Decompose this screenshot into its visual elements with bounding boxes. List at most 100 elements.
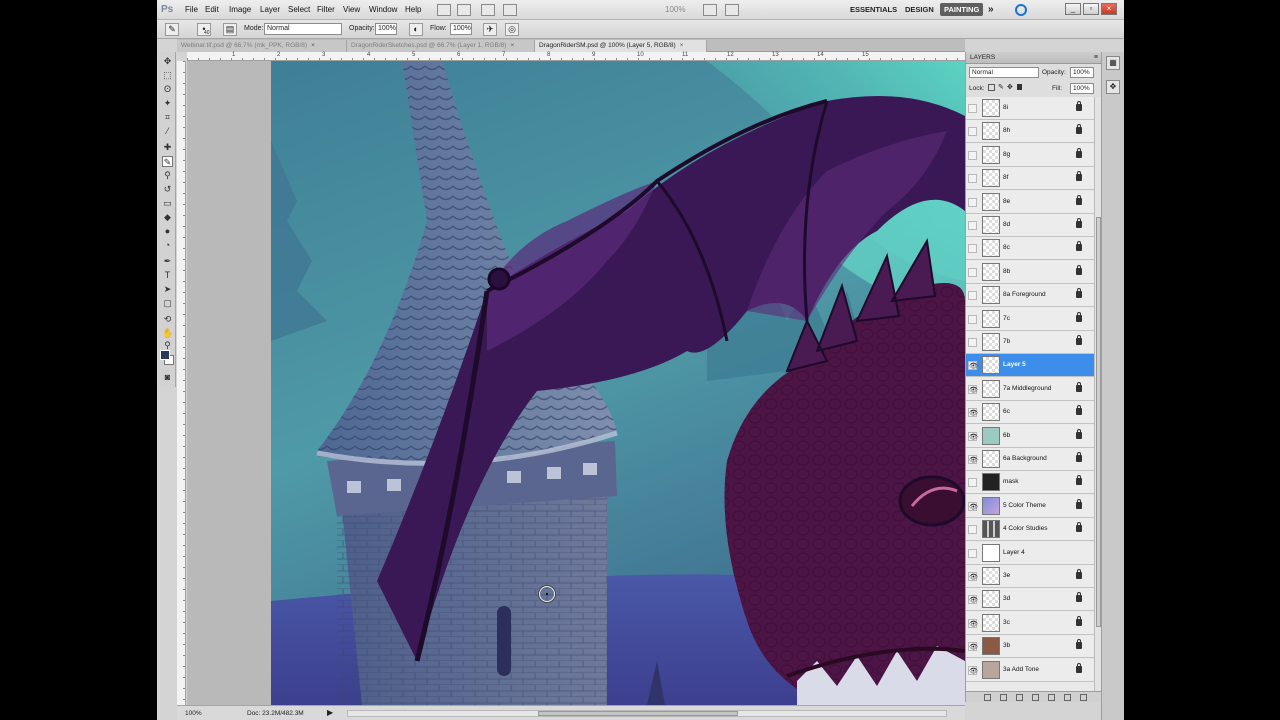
- layer-thumbnail[interactable]: [982, 122, 1000, 141]
- layer-thumbnail[interactable]: [982, 356, 1000, 375]
- layer-thumbnail[interactable]: [982, 496, 1000, 515]
- layer-row[interactable]: 8d: [966, 214, 1094, 237]
- flow-field[interactable]: 100%: [450, 23, 472, 35]
- layer-name[interactable]: 3d: [1003, 595, 1010, 602]
- layer-thumbnail[interactable]: [982, 543, 1000, 562]
- layer-thumbnail[interactable]: [982, 660, 1000, 679]
- layer-row[interactable]: 7b: [966, 331, 1094, 354]
- paint-bucket-tool-icon[interactable]: ◆: [162, 212, 173, 223]
- visibility-eye-icon[interactable]: 👁: [968, 595, 978, 605]
- tab-dragon-rider-sm[interactable]: DragonRiderSM.psd @ 100% (Layer 5, RGB/8…: [535, 40, 707, 52]
- layer-thumbnail[interactable]: [982, 473, 1000, 492]
- layer-row[interactable]: 👁 Layer 5: [966, 354, 1094, 378]
- layer-row[interactable]: 👁 6b: [966, 424, 1094, 448]
- quick-selection-tool-icon[interactable]: ✦: [162, 98, 173, 109]
- artwork-canvas[interactable]: [187, 61, 965, 705]
- layer-thumbnail[interactable]: [982, 169, 1000, 188]
- layer-row[interactable]: 8g: [966, 143, 1094, 167]
- add-mask-icon[interactable]: [1016, 694, 1023, 701]
- mode-dropdown[interactable]: Normal: [264, 23, 342, 35]
- cs-live-icon[interactable]: [1015, 4, 1027, 16]
- horizontal-scrollbar[interactable]: [347, 710, 947, 717]
- brush-preset-icon[interactable]: ✎: [165, 23, 179, 36]
- minimize-button[interactable]: _: [1065, 3, 1081, 15]
- layer-name[interactable]: 7b: [1003, 338, 1010, 345]
- move-tool-icon[interactable]: ✥: [162, 56, 173, 67]
- layer-thumbnail[interactable]: [982, 309, 1000, 328]
- navigator-panel-icon[interactable]: ✥: [1106, 80, 1120, 94]
- 3d-rotate-tool-icon[interactable]: ⟲: [162, 314, 173, 325]
- foreground-color-swatch[interactable]: [160, 350, 170, 360]
- layer-row[interactable]: 8c: [966, 237, 1094, 261]
- history-brush-tool-icon[interactable]: ↺: [162, 184, 173, 195]
- lock-position-icon[interactable]: ✥: [1007, 83, 1013, 91]
- layer-name[interactable]: 8a Foreground: [1003, 291, 1046, 298]
- crop-tool-icon[interactable]: ⌗: [162, 112, 173, 123]
- layers-panel-title[interactable]: LAYERS: [970, 54, 995, 61]
- layer-name[interactable]: 3a Add Tone: [1003, 666, 1039, 673]
- menu-window[interactable]: Window: [369, 5, 397, 14]
- airbrush-icon[interactable]: ✈: [483, 23, 497, 36]
- layer-thumbnail[interactable]: [982, 145, 1000, 164]
- mini-bridge-icon[interactable]: [457, 4, 471, 16]
- visibility-eye-icon[interactable]: [968, 267, 977, 277]
- layer-row[interactable]: 4 Color Studies: [966, 518, 1094, 542]
- quick-mask-icon[interactable]: ◙: [162, 372, 173, 383]
- pen-tool-icon[interactable]: ✒: [162, 256, 173, 267]
- lock-all-icon[interactable]: [1017, 84, 1022, 90]
- healing-brush-tool-icon[interactable]: ✚: [162, 142, 173, 153]
- layer-thumbnail[interactable]: [982, 99, 1000, 117]
- layer-thumbnail[interactable]: [982, 403, 1000, 422]
- layer-row[interactable]: 8i: [966, 97, 1094, 120]
- lock-pixels-icon[interactable]: ✎: [998, 83, 1004, 91]
- layer-name[interactable]: 6a Background: [1003, 455, 1047, 462]
- fill-field[interactable]: 100%: [1070, 83, 1094, 94]
- layer-name[interactable]: 8b: [1003, 268, 1010, 275]
- new-layer-icon[interactable]: [1064, 694, 1071, 701]
- menu-select[interactable]: Select: [288, 5, 310, 14]
- layer-row[interactable]: 👁 3d: [966, 588, 1094, 612]
- adjustment-layer-icon[interactable]: [1032, 694, 1039, 701]
- layer-row[interactable]: 8a Foreground: [966, 284, 1094, 308]
- layer-name[interactable]: 8c: [1003, 244, 1010, 251]
- eyedropper-tool-icon[interactable]: ⁄: [162, 126, 173, 137]
- layer-name[interactable]: 8e: [1003, 198, 1010, 205]
- visibility-eye-icon[interactable]: [968, 174, 977, 184]
- layer-thumbnail[interactable]: [982, 192, 1000, 211]
- bridge-icon[interactable]: [437, 4, 451, 16]
- canvas-area[interactable]: [187, 61, 965, 705]
- visibility-eye-icon[interactable]: [968, 221, 977, 230]
- clone-stamp-tool-icon[interactable]: ⚲: [162, 170, 173, 181]
- layer-thumbnail[interactable]: [982, 286, 1000, 305]
- layer-row[interactable]: 8e: [966, 190, 1094, 214]
- layer-row[interactable]: 7c: [966, 307, 1094, 331]
- visibility-eye-icon[interactable]: [968, 291, 977, 301]
- layer-row[interactable]: 8f: [966, 167, 1094, 191]
- visibility-eye-icon[interactable]: 👁: [968, 455, 978, 464]
- visibility-eye-icon[interactable]: 👁: [968, 501, 978, 511]
- brush-tool-icon[interactable]: ✎: [162, 156, 173, 167]
- close-tab-icon[interactable]: ×: [311, 42, 315, 49]
- blend-mode-dropdown[interactable]: Normal: [969, 67, 1039, 78]
- visibility-eye-icon[interactable]: [968, 197, 977, 207]
- new-group-icon[interactable]: [1048, 694, 1055, 701]
- visibility-eye-icon[interactable]: 👁: [968, 361, 978, 371]
- visibility-eye-icon[interactable]: 👁: [968, 431, 978, 441]
- hand-tool-icon[interactable]: ✋: [162, 328, 173, 339]
- trash-icon[interactable]: [1080, 694, 1087, 701]
- layer-row[interactable]: 👁 6c: [966, 401, 1094, 425]
- layer-name[interactable]: 3b: [1003, 642, 1010, 649]
- lasso-tool-icon[interactable]: ʘ: [162, 84, 173, 95]
- visibility-eye-icon[interactable]: [968, 548, 977, 558]
- layer-opacity-field[interactable]: 100%: [1070, 67, 1094, 78]
- eraser-tool-icon[interactable]: ▭: [162, 198, 173, 209]
- menu-edit[interactable]: Edit: [205, 5, 219, 14]
- more-workspaces-icon[interactable]: »: [988, 4, 994, 15]
- visibility-eye-icon[interactable]: 👁: [968, 384, 978, 394]
- layer-name[interactable]: 4 Color Studies: [1003, 525, 1047, 532]
- layer-thumbnail[interactable]: [982, 520, 1000, 539]
- layer-style-icon[interactable]: [1000, 694, 1007, 701]
- extras-icon[interactable]: [481, 4, 495, 16]
- layer-thumbnail[interactable]: [982, 379, 1000, 398]
- scrollbar-thumb[interactable]: [538, 711, 738, 716]
